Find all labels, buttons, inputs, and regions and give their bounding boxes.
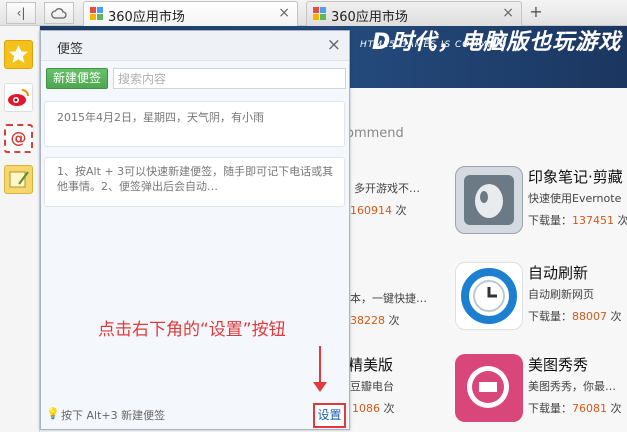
app-item[interactable]: 自动刷新 自动刷新网页 下载量：88007 次 <box>528 262 627 332</box>
note-card-text: 2015年4月2日，星期四，天气阴，有小雨 <box>57 111 264 124</box>
back-button[interactable]: ‹| <box>6 2 36 24</box>
tab-app-market-2[interactable]: 360应用市场 × <box>306 1 522 26</box>
app-name: 精美版 <box>348 356 394 374</box>
tab-label: 360应用市场 <box>108 10 185 25</box>
app-item[interactable]: 印象笔记·剪藏 快速使用Evernote 下载量：137451 次 <box>528 166 627 236</box>
app-desc: 自动刷新网页 <box>528 288 594 301</box>
app-market-icon <box>90 7 104 21</box>
sticky-note-panel: 便签 × 新建便签 2015年4月2日，星期四，天气阴，有小雨 1、按Alt +… <box>40 30 350 430</box>
back-icon: ‹| <box>16 6 26 20</box>
weibo-icon[interactable] <box>4 83 33 112</box>
download-count: 160914 <box>350 204 392 217</box>
banner-subtitle: HTML5 GAMES IS COMMING <box>360 40 508 50</box>
close-icon[interactable]: × <box>502 5 514 21</box>
sticky-note-icon[interactable] <box>4 165 33 194</box>
note-header: 便签 × <box>41 31 349 61</box>
cloud-button[interactable] <box>44 2 74 24</box>
browser-tab-bar: ‹| 360应用市场 × 360应用市场 × + <box>0 0 627 26</box>
download-count: 137451 <box>572 214 614 227</box>
annotation-arrow <box>319 346 321 382</box>
download-label: 下载量： <box>528 402 572 415</box>
app-desc: 多开游戏不… <box>354 182 420 195</box>
favorites-star-icon[interactable] <box>4 40 33 69</box>
download-unit: 次 <box>610 402 622 415</box>
cloud-icon <box>51 8 67 19</box>
note-card[interactable]: 2015年4月2日，星期四，天气阴，有小雨 <box>44 101 345 147</box>
new-tab-button[interactable]: + <box>526 4 546 22</box>
settings-button[interactable]: 设置 <box>313 403 346 428</box>
app-desc: 美图秀秀，你最… <box>528 380 616 393</box>
meitu-icon[interactable] <box>455 354 523 422</box>
section-label: ommend <box>346 126 404 141</box>
app-desc: 本，一键快捷… <box>350 292 427 305</box>
note-title: 便签 <box>57 42 84 57</box>
app-desc: 豆瓣电台 <box>350 380 394 393</box>
download-count: 88007 <box>572 310 607 323</box>
download-count: 1086 <box>352 402 380 415</box>
annotation-arrow-head <box>313 382 327 392</box>
close-icon[interactable]: × <box>327 35 341 55</box>
note-footer: 💡 按下 Alt+3 新建便签 设置 <box>41 399 349 429</box>
download-unit: 次 <box>395 204 407 217</box>
tab-app-market-1[interactable]: 360应用市场 × <box>83 1 298 26</box>
sidebar: @ <box>0 26 40 432</box>
note-card-text: 1、按Alt + 3可以快速新建便签，随手即可记下电话或其他事情。2、便签弹出后… <box>57 165 334 193</box>
instruction-annotation: 点击右下角的“设置”按钮 <box>98 320 286 340</box>
download-unit: 次 <box>610 310 622 323</box>
new-note-button[interactable]: 新建便签 <box>46 68 108 89</box>
app-name[interactable]: 美图秀秀 <box>528 354 588 375</box>
download-count: 38228 <box>350 314 385 327</box>
lightbulb-icon: 💡 <box>46 407 60 420</box>
download-label: 下载量： <box>528 310 572 323</box>
search-input[interactable] <box>113 68 346 89</box>
tab-label: 360应用市场 <box>331 10 408 25</box>
footer-tip: 按下 Alt+3 新建便签 <box>61 409 166 422</box>
app-market-icon <box>313 7 327 21</box>
email-icon[interactable]: @ <box>4 124 33 153</box>
download-unit: 次 <box>617 214 627 227</box>
download-count: 76081 <box>572 402 607 415</box>
app-name[interactable]: 自动刷新 <box>528 262 588 283</box>
auto-refresh-icon[interactable] <box>455 262 523 330</box>
close-icon[interactable]: × <box>278 5 290 21</box>
note-card[interactable]: 1、按Alt + 3可以快速新建便签，随手即可记下电话或其他事情。2、便签弹出后… <box>44 157 345 207</box>
evernote-icon[interactable] <box>455 166 523 234</box>
app-name[interactable]: 印象笔记·剪藏 <box>528 166 623 187</box>
download-unit: 次 <box>383 402 395 415</box>
download-unit: 次 <box>388 314 400 327</box>
app-desc: 快速使用Evernote <box>528 192 622 205</box>
app-item[interactable]: 美图秀秀 美图秀秀，你最… 下载量：76081 次 <box>528 354 627 424</box>
download-label: 下载量： <box>528 214 572 227</box>
